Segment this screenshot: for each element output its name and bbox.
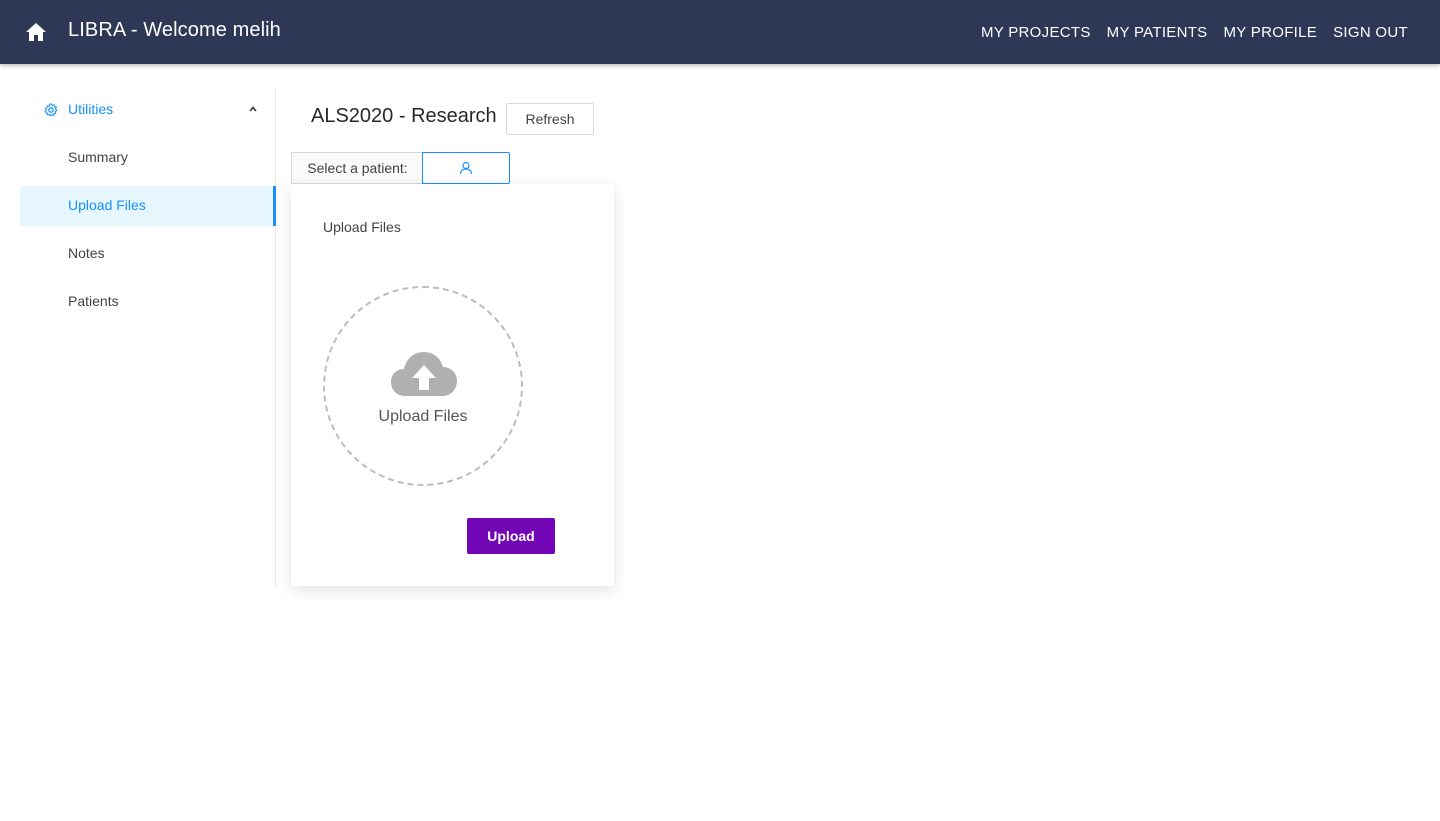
user-icon: [459, 161, 473, 175]
app-title: LIBRA - Welcome melih: [68, 19, 281, 41]
top-nav: MY PROJECTS MY PATIENTS MY PROFILE SIGN …: [973, 0, 1416, 64]
nav-sign-out[interactable]: SIGN OUT: [1325, 18, 1416, 47]
dropzone-label: Upload Files: [378, 408, 468, 425]
sidebar-item-upload-files[interactable]: Upload Files: [20, 186, 276, 226]
nav-my-patients[interactable]: MY PATIENTS: [1099, 18, 1216, 47]
upload-button[interactable]: Upload: [467, 518, 555, 554]
page-title: ALS2020 - Research: [311, 105, 497, 127]
sidebar-item-label: Summary: [68, 149, 128, 165]
top-app-bar: LIBRA - Welcome melih MY PROJECTS MY PAT…: [0, 0, 1440, 64]
card-title: Upload Files: [323, 219, 401, 235]
sidebar: Utilities Summary Upload Files Notes Pat…: [20, 88, 276, 586]
cloud-upload-icon: [391, 352, 457, 396]
patient-select-label: Select a patient:: [291, 152, 423, 184]
upload-files-card: Upload Files Upload Files Upload: [291, 184, 614, 586]
sidebar-item-label: Patients: [68, 293, 119, 309]
sidebar-group-utilities[interactable]: Utilities: [20, 88, 275, 132]
sidebar-item-label: Notes: [68, 245, 105, 261]
nav-my-projects[interactable]: MY PROJECTS: [973, 18, 1099, 47]
home-icon[interactable]: [24, 20, 48, 44]
refresh-button[interactable]: Refresh: [506, 103, 594, 135]
sidebar-item-summary[interactable]: Summary: [20, 138, 276, 178]
upload-dropzone[interactable]: Upload Files: [323, 286, 523, 486]
sidebar-item-patients[interactable]: Patients: [20, 282, 276, 322]
sidebar-group-label: Utilities: [68, 101, 114, 117]
gear-icon: [44, 103, 58, 117]
patient-select[interactable]: [422, 152, 510, 184]
sidebar-item-notes[interactable]: Notes: [20, 234, 276, 274]
chevron-up-icon: [249, 106, 257, 112]
nav-my-profile[interactable]: MY PROFILE: [1216, 18, 1326, 47]
sidebar-item-label: Upload Files: [68, 197, 146, 213]
